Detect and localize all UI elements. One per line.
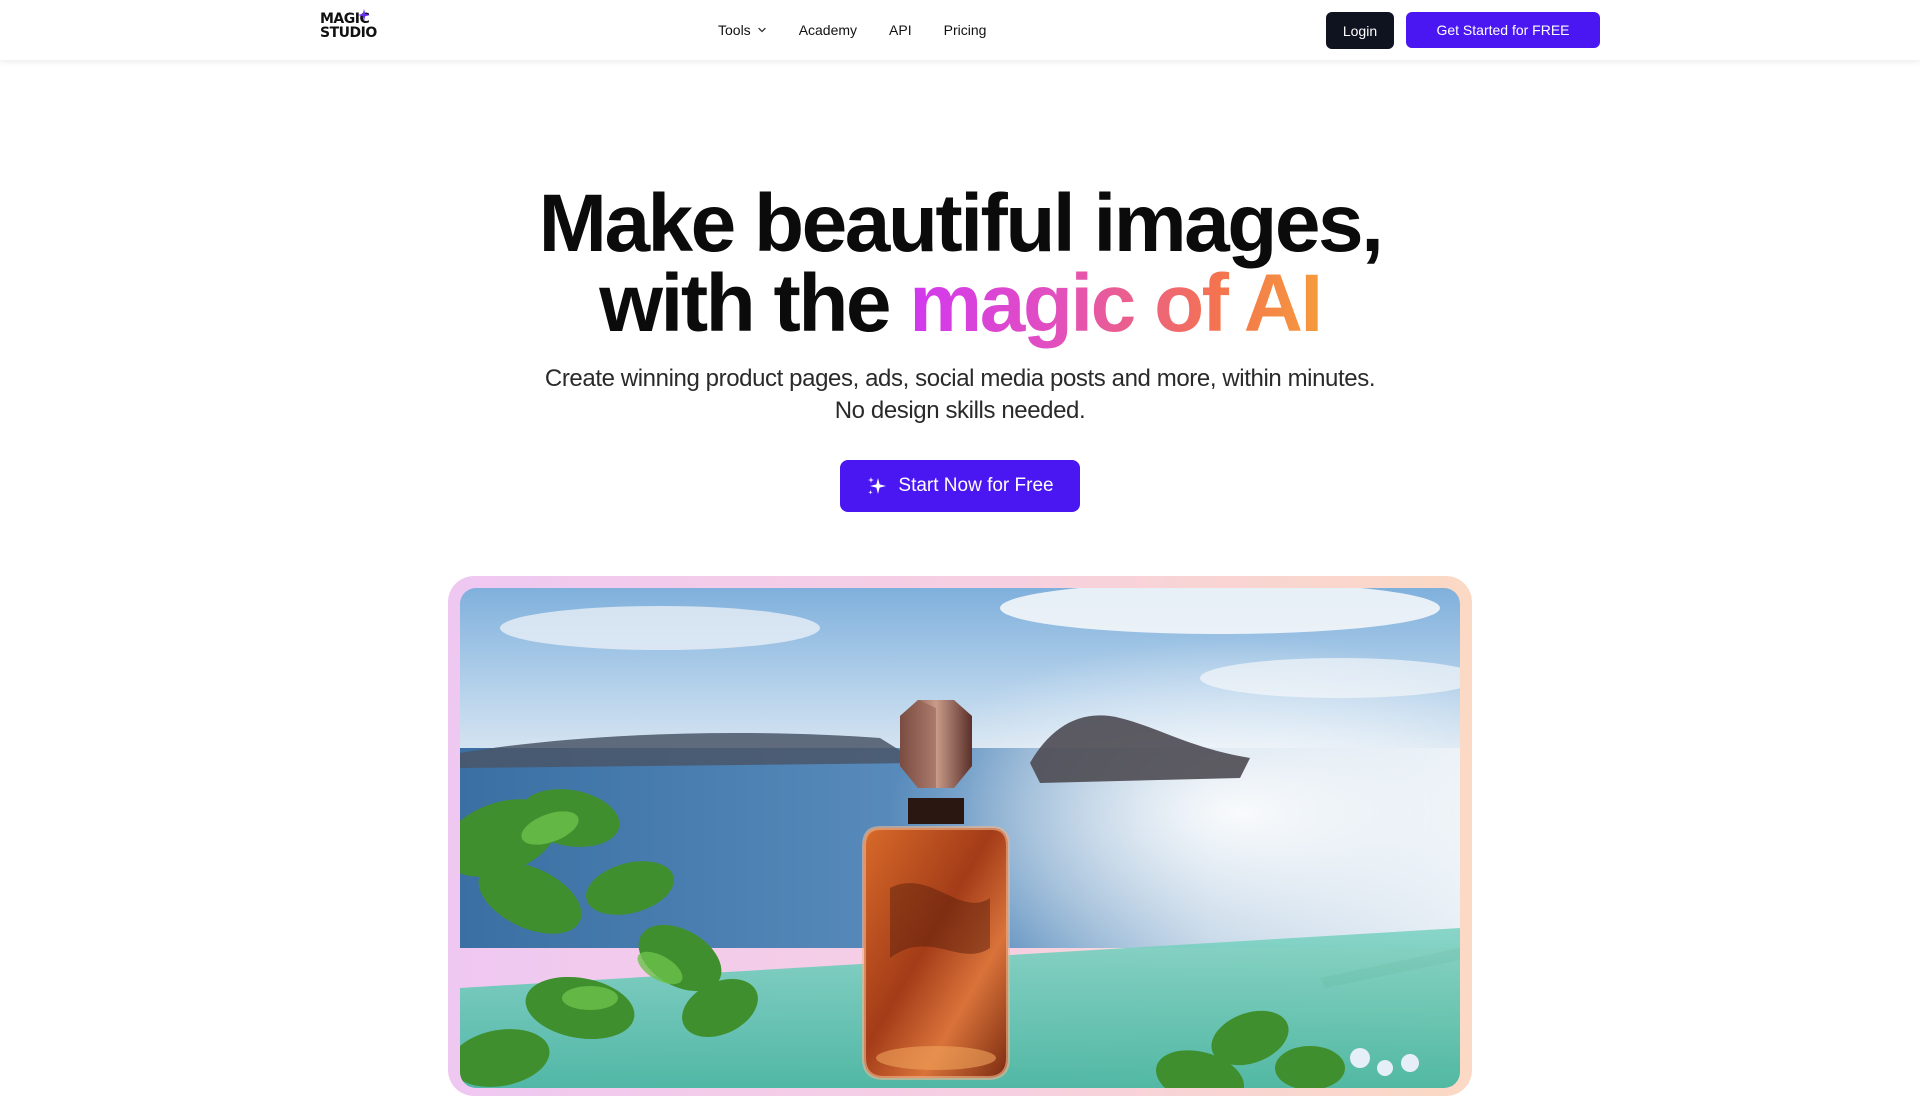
nav-academy[interactable]: Academy: [799, 22, 857, 38]
sparkle-icon: [868, 477, 887, 495]
logo-wordmark: MAGIC STUDIO: [320, 12, 382, 40]
perfume-bottle-seaside-photo: [460, 588, 1460, 1088]
hero-title: Make beautiful images, with the magic of…: [0, 183, 1920, 345]
login-button-label: Login: [1342, 22, 1378, 39]
nav-pricing-label: Pricing: [943, 22, 987, 38]
nav-links: Tools Academy API Pricing: [718, 0, 986, 60]
hero-title-line-2-plain: with the: [599, 258, 910, 349]
login-button[interactable]: Login: [1326, 12, 1394, 49]
start-now-button-label: Start Now for Free: [898, 475, 1054, 496]
nav-tools[interactable]: Tools: [718, 22, 767, 38]
hero-title-gradient-text: magic of AI: [909, 258, 1323, 349]
magic-studio-logo[interactable]: MAGIC STUDIO: [320, 9, 382, 50]
logo-star-icon: [358, 9, 370, 21]
nav-academy-label: Academy: [798, 22, 858, 38]
get-started-button-label: Get Started for FREE: [1436, 22, 1570, 38]
nav-tools-label: Tools: [718, 22, 751, 38]
get-started-button[interactable]: Get Started for FREE: [1406, 12, 1600, 48]
nav-pricing[interactable]: Pricing: [944, 22, 987, 38]
hero-subtitle: Create winning product pages, ads, socia…: [0, 363, 1920, 427]
chevron-down-icon: [758, 27, 766, 33]
showcase-image: [460, 588, 1460, 1088]
hero-subtitle-line-2: No design skills needed.: [834, 397, 1086, 424]
hero-title-line-1: Make beautiful images,: [538, 178, 1384, 269]
hero-subtitle-line-1: Create winning product pages, ads, socia…: [544, 365, 1376, 392]
start-now-button[interactable]: Start Now for Free: [840, 460, 1080, 512]
nav-api-label: API: [889, 22, 912, 38]
nav-api[interactable]: API: [889, 22, 912, 38]
logo-line-1: MAGIC: [320, 11, 370, 27]
top-navbar: MAGIC STUDIO Tools Academy API Pricing L…: [0, 0, 1920, 60]
logo-line-2: STUDIO: [320, 25, 377, 41]
